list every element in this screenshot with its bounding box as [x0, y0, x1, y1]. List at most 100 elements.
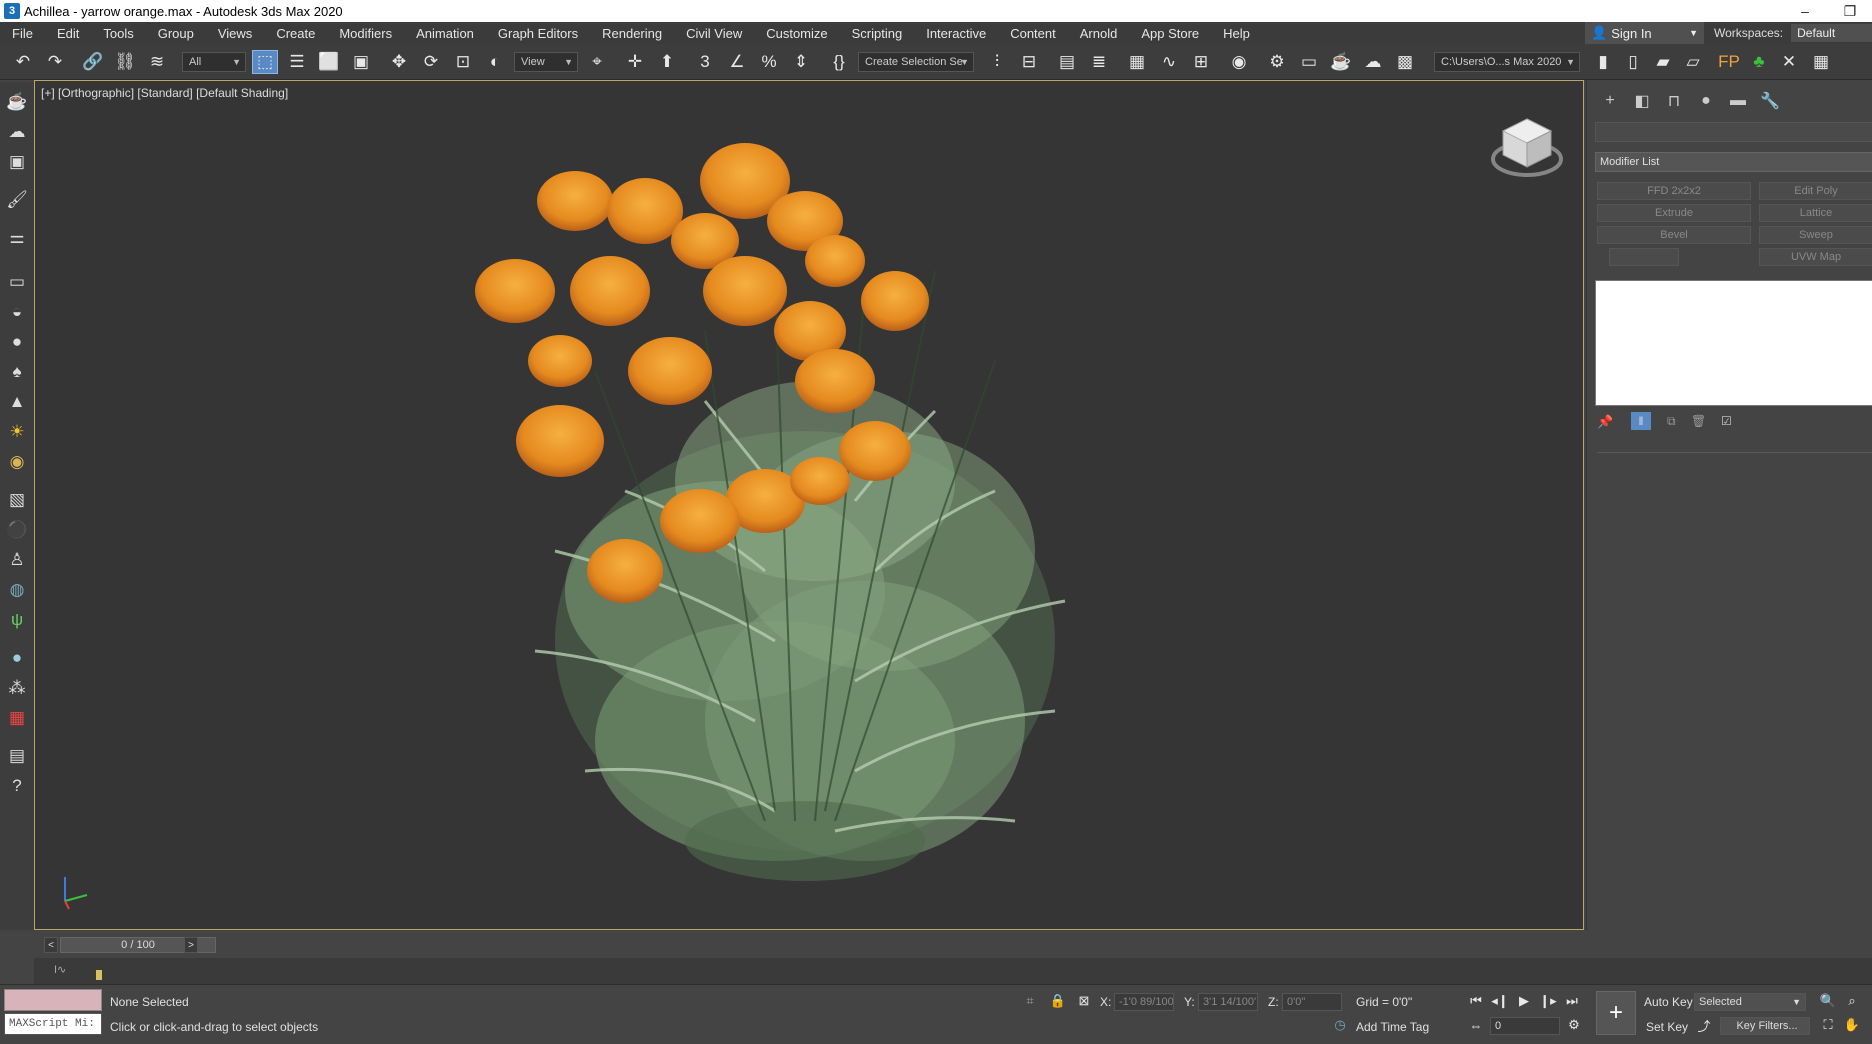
modifier-button-sweep[interactable]: Sweep: [1759, 226, 1872, 244]
a360-gallery-icon[interactable]: ▩: [1392, 50, 1418, 74]
viewcube[interactable]: [1487, 107, 1567, 187]
previous-frame-button[interactable]: <: [44, 937, 58, 953]
percent-snap-icon[interactable]: %: [756, 50, 782, 74]
sphere-icon[interactable]: ●: [4, 330, 30, 354]
undo-icon[interactable]: ↶: [10, 50, 36, 74]
menu-interactive[interactable]: Interactive: [914, 26, 998, 41]
spreadsheet-icon[interactable]: ▦: [1808, 50, 1834, 74]
modify-tab-icon[interactable]: ◧: [1631, 90, 1653, 112]
next-frame-button[interactable]: >: [184, 937, 198, 953]
unlink-icon[interactable]: ⛓: [112, 50, 138, 74]
color-balls-icon[interactable]: ⁂: [4, 676, 30, 700]
menu-civil-view[interactable]: Civil View: [674, 26, 754, 41]
auto-key-button[interactable]: Auto Key: [1644, 995, 1693, 1009]
motion-tab-icon[interactable]: ●: [1695, 90, 1717, 112]
rendered-frame-window-icon[interactable]: ▭: [1296, 50, 1322, 74]
schematic-view-icon[interactable]: ⊞: [1188, 50, 1214, 74]
utilities-tab-icon[interactable]: 🔧: [1759, 90, 1781, 112]
cloud-icon[interactable]: ☁: [4, 120, 30, 144]
edit-named-selection-icon[interactable]: {}: [826, 50, 852, 74]
menu-file[interactable]: File: [0, 26, 45, 41]
minimize-button[interactable]: –: [1785, 0, 1825, 22]
modifier-button-ffd[interactable]: FFD 2x2x2: [1597, 182, 1751, 200]
select-by-name-icon[interactable]: ☰: [284, 50, 310, 74]
z-coordinate-field[interactable]: 0'0": [1282, 993, 1342, 1011]
x-coordinate-field[interactable]: -1'0 89/100: [1114, 993, 1174, 1011]
default-in-out-tangent-icon[interactable]: ⤴: [1694, 1015, 1714, 1035]
modifier-button-uvw-map[interactable]: UVW Map: [1759, 248, 1872, 266]
selection-lock-icon[interactable]: 🔒: [1048, 991, 1068, 1011]
previous-key-icon[interactable]: ◂❙: [1490, 991, 1510, 1011]
select-object-icon[interactable]: ⬚: [252, 50, 278, 74]
link-icon[interactable]: 🔗: [80, 50, 106, 74]
restore-button[interactable]: ❐: [1830, 0, 1870, 22]
menu-rendering[interactable]: Rendering: [590, 26, 674, 41]
object-name-field[interactable]: [1595, 122, 1872, 142]
add-time-tag[interactable]: Add Time Tag: [1356, 1020, 1429, 1034]
menu-edit[interactable]: Edit: [45, 26, 91, 41]
modifier-list-dropdown[interactable]: Modifier List: [1595, 152, 1872, 172]
set-key-big-button[interactable]: +: [1596, 991, 1636, 1035]
menu-help[interactable]: Help: [1211, 26, 1262, 41]
curve-editor-icon[interactable]: ∿: [1156, 50, 1182, 74]
toggle-ribbon-icon[interactable]: ▦: [1124, 50, 1150, 74]
particles-icon[interactable]: ⚫: [4, 518, 30, 542]
globe-icon[interactable]: ◍: [4, 578, 30, 602]
modifier-button-empty[interactable]: [1609, 248, 1679, 266]
menu-animation[interactable]: Animation: [404, 26, 486, 41]
pan-view-icon[interactable]: ✋: [1842, 1015, 1862, 1035]
current-frame-field[interactable]: 0: [1490, 1017, 1560, 1035]
sun-icon[interactable]: ☀: [4, 420, 30, 444]
sign-in-dropdown[interactable]: 👤 Sign In ▼: [1585, 22, 1704, 44]
box-icon[interactable]: ▭: [4, 270, 30, 294]
key-filters-button[interactable]: Key Filters...: [1720, 1017, 1810, 1035]
hierarchy-tab-icon[interactable]: ⊓: [1663, 90, 1685, 112]
menu-group[interactable]: Group: [146, 26, 206, 41]
spinner-snap-icon[interactable]: ⇕: [788, 50, 814, 74]
play-icon[interactable]: ▶: [1514, 991, 1534, 1011]
key-mode-dropdown[interactable]: Selected ▼: [1694, 993, 1806, 1011]
rotate-icon[interactable]: ⟳: [418, 50, 444, 74]
xref-icon[interactable]: ▱: [1680, 50, 1706, 74]
curve-editor-mini-icon[interactable]: I∿: [54, 963, 66, 976]
modifier-button-lattice[interactable]: Lattice: [1759, 204, 1872, 222]
redo-icon[interactable]: ↷: [42, 50, 68, 74]
render-region-icon[interactable]: ▦: [4, 706, 30, 730]
menu-customize[interactable]: Customize: [754, 26, 839, 41]
remove-modifier-icon[interactable]: 🗑: [1691, 414, 1706, 428]
go-to-end-icon[interactable]: ⏭: [1562, 991, 1582, 1011]
modifier-button-edit-poly[interactable]: Edit Poly: [1759, 182, 1872, 200]
workspaces-selector[interactable]: Workspaces: Default: [1714, 22, 1872, 44]
field-of-view-icon[interactable]: ⛶: [1818, 1015, 1838, 1035]
time-configuration-icon[interactable]: ⚙: [1564, 1015, 1584, 1035]
figure-icon[interactable]: ♙: [4, 548, 30, 572]
menu-app-store[interactable]: App Store: [1129, 26, 1211, 41]
modifier-stack[interactable]: [1595, 280, 1872, 406]
set-key-button[interactable]: Set Key: [1646, 1020, 1688, 1034]
scale-icon[interactable]: ⊡: [450, 50, 476, 74]
sliders-icon[interactable]: ⚌: [4, 226, 30, 250]
save-file-icon[interactable]: ▰: [1650, 50, 1676, 74]
render-icon[interactable]: ▣: [4, 150, 30, 174]
material-editor-icon[interactable]: ◉: [1226, 50, 1252, 74]
configure-modifier-sets-icon[interactable]: ☑: [1721, 414, 1732, 428]
track-bar[interactable]: I∿: [34, 958, 1872, 984]
snaps-toggle-icon[interactable]: 3: [692, 50, 718, 74]
modifier-button-bevel[interactable]: Bevel: [1597, 226, 1751, 244]
maxscript-mini-listener[interactable]: MAXScript Mi:: [4, 1013, 102, 1035]
fp-icon[interactable]: FP: [1716, 50, 1742, 74]
time-config-arrows-icon[interactable]: ⇔: [1466, 1015, 1486, 1035]
teapot-icon[interactable]: ☕: [4, 90, 30, 114]
scene-explorer-icon[interactable]: ▤: [1054, 50, 1080, 74]
isolate-selection-icon[interactable]: ⌗: [1020, 991, 1040, 1011]
render-in-cloud-icon[interactable]: ☁: [1360, 50, 1386, 74]
menu-tools[interactable]: Tools: [91, 26, 145, 41]
menu-scripting[interactable]: Scripting: [840, 26, 915, 41]
material-sphere-icon[interactable]: ●: [4, 646, 30, 670]
plant-icon[interactable]: ♣: [1746, 50, 1772, 74]
scene-states-icon[interactable]: ▤: [4, 744, 30, 768]
maxscript-listener-pink[interactable]: [4, 989, 102, 1011]
bind-space-warp-icon[interactable]: ≋: [144, 50, 170, 74]
rectangular-selection-icon[interactable]: ⬜: [316, 50, 342, 74]
select-manipulate-icon[interactable]: ✛: [622, 50, 648, 74]
